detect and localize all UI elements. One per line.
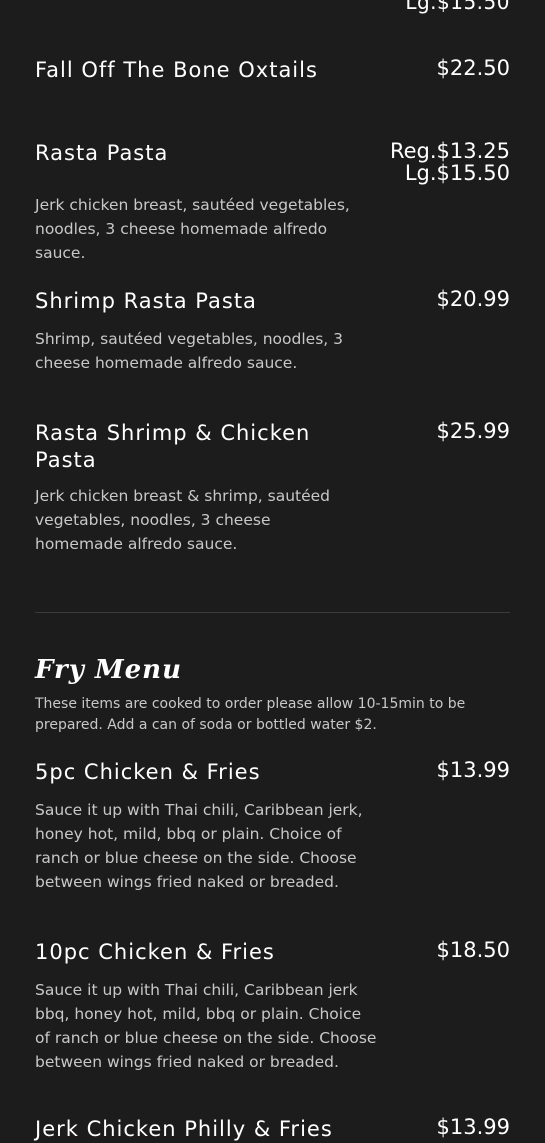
previous-item-price-cut: Lg.$15.50 — [405, 0, 510, 14]
item-price: $20.99 — [436, 287, 510, 311]
section-title: Fry Menu — [35, 655, 182, 685]
item-name: Shrimp Rasta Pasta — [35, 289, 257, 313]
menu-item-5pc-chicken-fries[interactable]: 5pc Chicken & Fries $13.99 Sauce it up w… — [35, 759, 510, 894]
item-price: $25.99 — [436, 419, 510, 443]
item-price: $13.99 — [436, 758, 510, 782]
menu-item-oxtails[interactable]: Fall Off The Bone Oxtails $22.50 — [35, 57, 510, 84]
item-name: Rasta Shrimp & Chicken Pasta — [35, 421, 311, 472]
item-price: $13.99 — [436, 1115, 510, 1139]
menu-item-shrimp-rasta-pasta[interactable]: Shrimp Rasta Pasta $20.99 Shrimp, sautée… — [35, 288, 510, 375]
menu-item-rasta-shrimp-chicken-pasta[interactable]: Rasta Shrimp & Chicken Pasta $25.99 Jerk… — [35, 420, 510, 556]
item-description: Shrimp, sautéed vegetables, noodles, 3 c… — [35, 330, 343, 372]
item-name: 10pc Chicken & Fries — [35, 940, 275, 964]
item-description: Jerk chicken breast & shrimp, sautéed ve… — [35, 487, 331, 553]
item-description: Sauce it up with Thai chili, Caribbean j… — [35, 801, 363, 891]
menu-item-rasta-pasta[interactable]: Rasta Pasta Reg.$13.25 Lg.$15.50 Jerk ch… — [35, 140, 510, 265]
price-large: Lg.$15.50 — [404, 161, 510, 185]
section-note: These items are cooked to order please a… — [35, 696, 466, 733]
item-description: Jerk chicken breast, sautéed vegetables,… — [35, 196, 350, 262]
item-name: Jerk Chicken Philly & Fries — [35, 1117, 333, 1141]
price-regular: Reg.$13.25 — [389, 139, 510, 163]
menu-item-jerk-chicken-philly[interactable]: Jerk Chicken Philly & Fries $13.99 — [35, 1116, 510, 1143]
item-price: Reg.$13.25 Lg.$15.50 — [390, 140, 510, 184]
item-name: Rasta Pasta — [35, 141, 169, 165]
item-price: $18.50 — [436, 938, 510, 962]
section-divider — [35, 612, 510, 613]
item-name: 5pc Chicken & Fries — [35, 760, 261, 784]
item-price: $22.50 — [436, 56, 510, 80]
menu-item-10pc-chicken-fries[interactable]: 10pc Chicken & Fries $18.50 Sauce it up … — [35, 939, 510, 1074]
item-name: Fall Off The Bone Oxtails — [35, 58, 318, 82]
item-description: Sauce it up with Thai chili, Caribbean j… — [35, 981, 377, 1071]
